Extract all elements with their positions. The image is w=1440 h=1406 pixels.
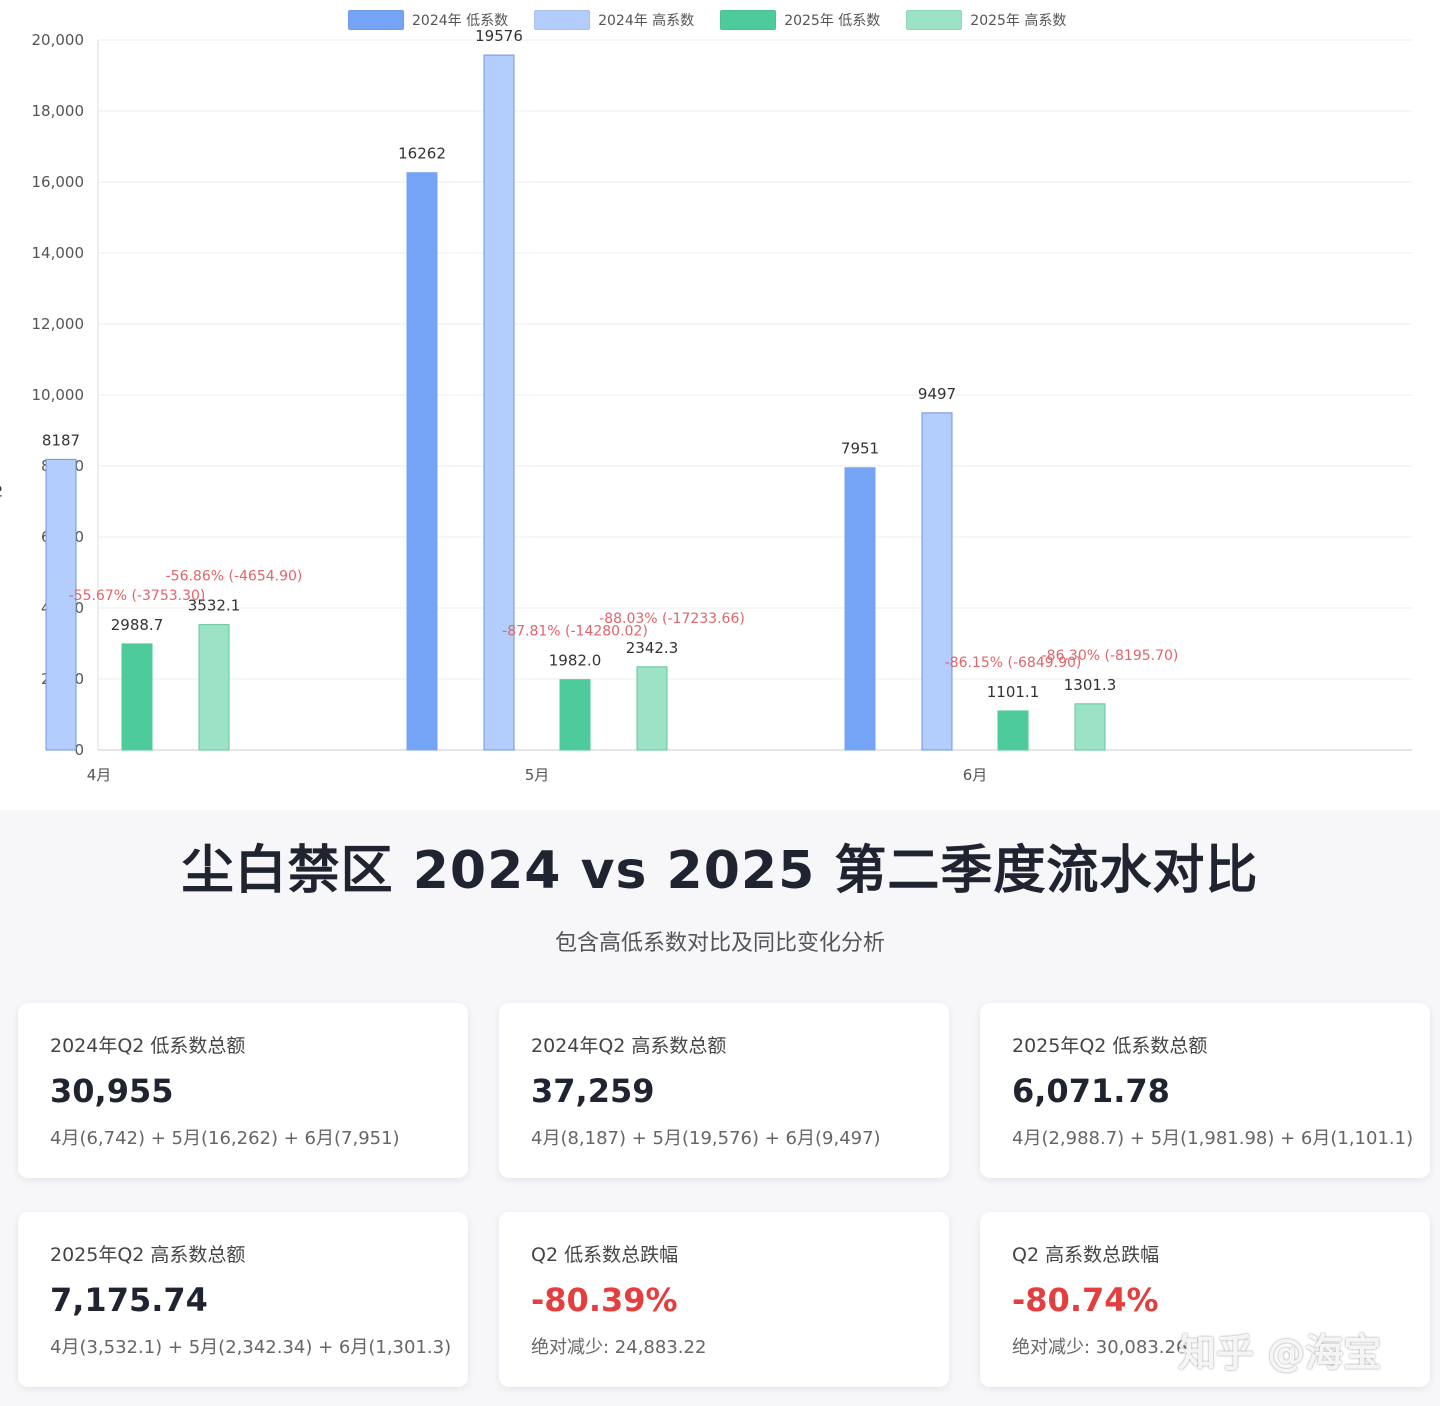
summary-card: 2024年Q2 低系数总额 30,955 4月(6,742) + 5月(16,2… xyxy=(18,1003,468,1178)
data-label: 9497 xyxy=(918,385,956,403)
title-block: 尘白禁区 2024 vs 2025 第二季度流水对比 包含高低系数对比及同比变化… xyxy=(0,820,1440,957)
card-label: 2024年Q2 高系数总额 xyxy=(531,1035,727,1057)
card-label: Q2 低系数总跌幅 xyxy=(531,1244,679,1266)
x-tick-label: 4月 xyxy=(87,766,112,784)
card-label: 2024年Q2 低系数总额 xyxy=(50,1035,246,1057)
change-annotation: -55.67% (-3753.30) xyxy=(69,588,206,604)
change-annotation: -86.30% (-8195.70) xyxy=(1042,648,1179,664)
bar xyxy=(121,643,153,751)
summary-card: Q2 低系数总跌幅 -80.39% 绝对减少: 24,883.22 xyxy=(499,1212,949,1387)
chart-panel: 2024年 低系数 2024年 高系数 2025年 低系数 2025年 高系数 … xyxy=(0,0,1440,810)
data-label: 1101.1 xyxy=(987,683,1040,701)
card-detail: 4月(2,988.7) + 5月(1,981.98) + 6月(1,101.1) xyxy=(1012,1128,1414,1149)
bar xyxy=(997,710,1029,751)
data-label: 1982.0 xyxy=(549,652,602,670)
bar xyxy=(483,54,515,751)
bar xyxy=(636,666,668,751)
card-value: 7,175.74 xyxy=(50,1281,208,1319)
summary-card: 2024年Q2 高系数总额 37,259 4月(8,187) + 5月(19,5… xyxy=(499,1003,949,1178)
card-detail: 4月(8,187) + 5月(19,576) + 6月(9,497) xyxy=(531,1128,881,1149)
card-detail: 4月(6,742) + 5月(16,262) + 6月(7,951) xyxy=(50,1128,400,1149)
data-label: 7951 xyxy=(841,440,879,458)
card-detail: 4月(3,532.1) + 5月(2,342.34) + 6月(1,301.3) xyxy=(50,1337,452,1358)
bar-chart: 02,0004,0006,0008,00010,00012,00014,0001… xyxy=(0,27,1412,784)
card-value: 6,071.78 xyxy=(1012,1072,1170,1110)
x-tick-label: 5月 xyxy=(525,766,550,784)
card-detail: 绝对减少: 24,883.22 xyxy=(531,1337,707,1358)
data-label: 2988.7 xyxy=(111,616,164,634)
data-label: 8187 xyxy=(42,431,80,449)
summary-card: 2025年Q2 低系数总额 6,071.78 4月(2,988.7) + 5月(… xyxy=(980,1003,1430,1178)
x-tick-label: 6月 xyxy=(963,766,988,784)
change-annotation: -88.03% (-17233.66) xyxy=(599,611,745,627)
bar xyxy=(198,624,230,751)
watermark: 知乎 @海宝 xyxy=(1178,1331,1382,1375)
y-tick-label: 18,000 xyxy=(32,102,85,120)
data-label: 1301.3 xyxy=(1064,676,1117,694)
card-value: -80.39% xyxy=(531,1281,678,1319)
bar xyxy=(45,458,77,751)
bar xyxy=(406,172,438,751)
data-label: 2342.3 xyxy=(626,639,679,657)
y-tick-label: 12,000 xyxy=(32,315,85,333)
page-title: 尘白禁区 2024 vs 2025 第二季度流水对比 xyxy=(181,841,1259,901)
card-value: -80.74% xyxy=(1012,1281,1159,1319)
summary-card: 2025年Q2 高系数总额 7,175.74 4月(3,532.1) + 5月(… xyxy=(18,1212,468,1387)
data-label: 16262 xyxy=(398,145,446,163)
bar xyxy=(1074,703,1106,751)
y-tick-label: 16,000 xyxy=(32,173,85,191)
data-label: 19576 xyxy=(475,27,523,45)
bar xyxy=(844,467,876,751)
y-tick-label: 14,000 xyxy=(32,244,85,262)
card-label: 2025年Q2 高系数总额 xyxy=(50,1244,246,1266)
bar xyxy=(559,679,591,751)
page-subtitle: 包含高低系数对比及同比变化分析 xyxy=(554,931,885,956)
data-label: 6742 xyxy=(0,483,3,501)
card-label: 2025年Q2 低系数总额 xyxy=(1012,1035,1208,1057)
card-value: 37,259 xyxy=(531,1072,655,1110)
change-annotation: -56.86% (-4654.90) xyxy=(166,569,303,585)
y-tick-label: 10,000 xyxy=(32,386,85,404)
bar xyxy=(921,412,953,751)
y-tick-label: 20,000 xyxy=(32,31,85,49)
card-label: Q2 高系数总跌幅 xyxy=(1012,1244,1160,1266)
card-value: 30,955 xyxy=(50,1072,174,1110)
